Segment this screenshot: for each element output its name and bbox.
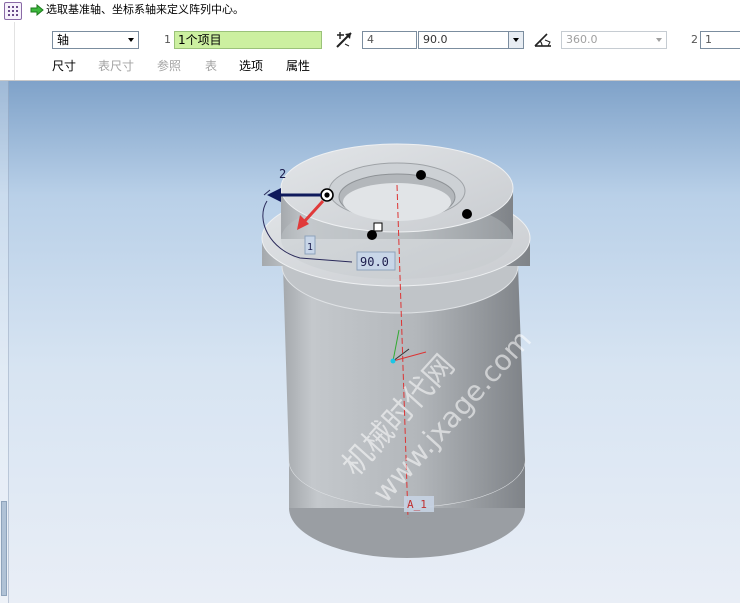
prompt-text: 选取基准轴、坐标系轴来定义阵列中心。 — [46, 3, 244, 16]
second-direction-count-input[interactable]: 1 — [700, 31, 740, 49]
dashboard: 选取基准轴、坐标系轴来定义阵列中心。 轴 1 1个项目 4 90.0 360.0 — [0, 0, 740, 81]
angle-extent-select: 360.0 — [561, 31, 667, 49]
flip-direction-icon[interactable] — [334, 30, 354, 50]
angle-extent-value: 360.0 — [566, 33, 598, 46]
svg-text:2: 2 — [279, 167, 286, 181]
chevron-down-icon — [508, 32, 523, 48]
arrow-right-icon — [30, 4, 44, 16]
tab-references: 参照 — [157, 59, 182, 73]
model-canvas[interactable]: A_1 1 90.0 2 机械时代网 www.jxage.com — [0, 81, 740, 603]
tab-dimensions[interactable]: 尺寸 — [52, 58, 76, 74]
axis-label[interactable]: A_1 — [404, 496, 434, 512]
message-prompt: 选取基准轴、坐标系轴来定义阵列中心。 — [30, 2, 244, 18]
svg-text:1: 1 — [307, 242, 313, 253]
graphics-viewport[interactable]: A_1 1 90.0 2 机械时代网 www.jxage.com — [0, 81, 740, 603]
tab-table: 表 — [205, 59, 218, 73]
angle-increment-value: 90.0 — [423, 33, 448, 46]
pattern-type-value: 轴 — [57, 33, 70, 47]
angle-increment-select[interactable]: 90.0 — [418, 31, 524, 49]
chevron-down-icon — [652, 32, 666, 48]
pattern-dashboard-icon[interactable] — [4, 2, 22, 20]
second-direction-index-label: 2 — [691, 33, 698, 46]
pattern-feature-window: 选取基准轴、坐标系轴来定义阵列中心。 轴 1 1个项目 4 90.0 360.0 — [0, 0, 740, 603]
svg-text:A_1: A_1 — [407, 498, 427, 511]
svg-text:90.0: 90.0 — [360, 255, 389, 269]
chevron-down-icon — [124, 32, 138, 48]
collector-index-label: 1 — [164, 33, 171, 46]
dashboard-edge — [0, 22, 15, 80]
axis-collector[interactable]: 1个项目 — [174, 31, 322, 49]
pattern-type-select[interactable]: 轴 — [52, 31, 139, 49]
angle-extent-icon[interactable] — [533, 30, 553, 50]
tab-properties[interactable]: 属性 — [286, 58, 310, 74]
tab-options[interactable]: 选项 — [239, 58, 263, 74]
member-count-input[interactable]: 4 — [362, 31, 417, 49]
tab-table-dimensions: 表尺寸 — [98, 59, 135, 73]
